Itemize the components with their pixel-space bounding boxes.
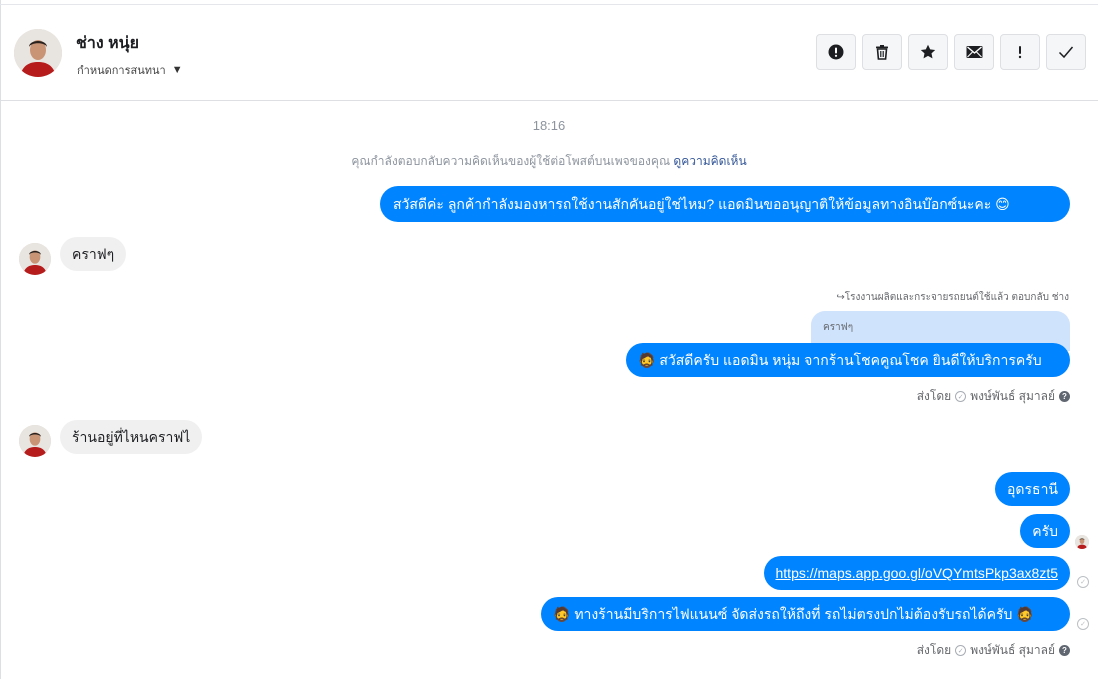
trash-icon (874, 44, 890, 60)
sent-by-label: ส่งโดย (916, 389, 952, 403)
envelope-icon (966, 45, 983, 59)
exclamation-circle-icon (828, 44, 844, 60)
man-emoji-icon: 🧔 (1016, 606, 1034, 622)
reply-arrow-icon: ↪ (836, 292, 845, 303)
help-icon[interactable]: ? (1059, 391, 1070, 402)
sent-by-line: ส่งโดย ✓ พงษ์พันธ์ สุมาลย์ ? (917, 387, 1070, 406)
message-text: คราฟๆ (72, 246, 115, 262)
message-bubble-incoming[interactable]: คราฟๆ (60, 237, 127, 271)
sent-by-line: ส่งโดย ✓ พงษ์พันธ์ สุมาลย์ ? (917, 641, 1070, 660)
quoted-text: คราฟๆ (823, 322, 854, 333)
message-text: สวัสดีครับ แอดมิน หนุ่ม จากร้านโชคคูณโชค… (659, 352, 1042, 368)
message-bubble-incoming[interactable]: ร้านอยู่ที่ไหนคราฟไ (60, 420, 203, 454)
seen-check-icon: ✓ (955, 391, 967, 402)
delete-button[interactable] (862, 34, 902, 70)
view-comment-link[interactable]: ดูความคิดเห็น (673, 154, 746, 168)
message-timestamp: 18:16 (532, 118, 566, 133)
star-button[interactable] (908, 34, 948, 70)
reply-header-text: โรงงานผลิตและกระจายรถยนต์ใช้แล้ว ตอบกลับ… (844, 292, 1069, 303)
message-bubble-outgoing[interactable]: 🧔 ทางร้านมีบริการไฟแนนซ์ จัดส่งรถให้ถึงท… (541, 597, 1070, 631)
contact-name[interactable]: ช่าง หนุ่ย (76, 31, 139, 56)
message-text: ร้านอยู่ที่ไหนคราฟไ (72, 429, 191, 445)
sender-name[interactable]: พงษ์พันธ์ สุมาลย์ (970, 387, 1055, 406)
window-border-left (0, 0, 1, 679)
man-emoji-icon: 🧔 (638, 352, 656, 368)
message-bubble-outgoing[interactable]: ครับ (1020, 514, 1070, 548)
mark-important-button[interactable] (1000, 34, 1040, 70)
reply-header: ↪โรงงานผลิตและกระจายรถยนต์ใช้แล้ว ตอบกลั… (836, 290, 1069, 305)
checkmark-icon (1058, 45, 1074, 59)
notice-text: คุณกำลังตอบกลับความคิดเห็นของผู้ใช้ต่อโพ… (351, 154, 671, 168)
message-bubble-outgoing[interactable]: อุดรธานี (995, 472, 1070, 506)
contact-avatar[interactable] (14, 29, 62, 77)
conversation-header: ช่าง หนุ่ย กำหนดการสนทนา ▼ (1, 5, 1098, 101)
mark-done-button[interactable] (1046, 34, 1086, 70)
message-text: สวัสดีค่ะ ลูกค้ากำลังมองหารถใช้งานสักคัน… (393, 196, 1010, 212)
message-text: ครับ (1032, 523, 1058, 539)
message-bubble-outgoing[interactable]: https://maps.app.goo.gl/oVQYmtsPkp3ax8zt… (763, 556, 1070, 590)
maps-link[interactable]: https://maps.app.goo.gl/oVQYmtsPkp3ax8zt… (776, 565, 1059, 581)
assign-conversation-label: กำหนดการสนทนา (77, 65, 166, 77)
delivered-check-icon: ✓ (1077, 618, 1089, 630)
message-text: ทางร้านมีบริการไฟแนนซ์ จัดส่งรถให้ถึงที่… (574, 606, 1013, 622)
seen-by-avatar (1075, 535, 1089, 549)
mark-unread-button[interactable] (954, 34, 994, 70)
contact-avatar-small[interactable] (19, 425, 51, 457)
star-icon (920, 44, 936, 60)
man-emoji-icon: 🧔 (553, 606, 571, 622)
help-icon[interactable]: ? (1059, 645, 1070, 656)
exclamation-icon (1017, 44, 1023, 60)
sent-by-label: ส่งโดย (916, 643, 952, 657)
conversation-toolbar (816, 34, 1086, 70)
delivered-check-icon: ✓ (1077, 576, 1089, 588)
contact-avatar-small[interactable] (19, 243, 51, 275)
seen-check-icon: ✓ (955, 645, 967, 656)
comment-reply-notice: คุณกำลังตอบกลับความคิดเห็นของผู้ใช้ต่อโพ… (0, 152, 1098, 171)
assign-conversation-dropdown[interactable]: กำหนดการสนทนา ▼ (77, 61, 183, 79)
caret-down-icon: ▼ (171, 64, 183, 76)
sender-name[interactable]: พงษ์พันธ์ สุมาลย์ (970, 641, 1055, 660)
mark-spam-button[interactable] (816, 34, 856, 70)
message-bubble-outgoing[interactable]: สวัสดีค่ะ ลูกค้ากำลังมองหารถใช้งานสักคัน… (380, 186, 1070, 222)
message-bubble-outgoing[interactable]: 🧔 สวัสดีครับ แอดมิน หนุ่ม จากร้านโชคคูณโ… (626, 343, 1070, 377)
message-text: อุดรธานี (1007, 481, 1058, 497)
